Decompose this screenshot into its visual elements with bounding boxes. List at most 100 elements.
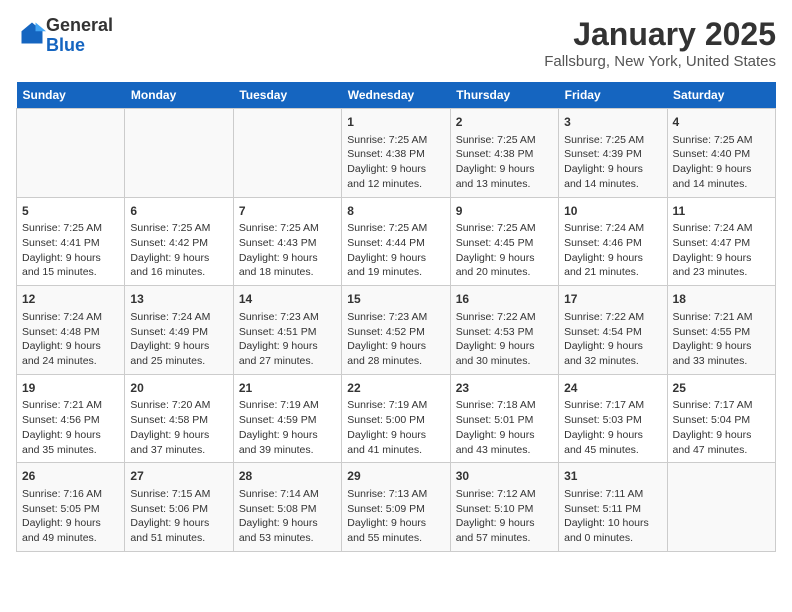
- weekday-header-tuesday: Tuesday: [233, 82, 341, 109]
- cell-content: Sunrise: 7:19 AM Sunset: 5:00 PM Dayligh…: [347, 398, 444, 457]
- cell-content: Sunrise: 7:16 AM Sunset: 5:05 PM Dayligh…: [22, 487, 119, 546]
- logo-blue: Blue: [46, 35, 85, 55]
- subtitle: Fallsburg, New York, United States: [544, 53, 776, 70]
- weekday-header-row: SundayMondayTuesdayWednesdayThursdayFrid…: [17, 82, 776, 109]
- cell-content: Sunrise: 7:24 AM Sunset: 4:46 PM Dayligh…: [564, 221, 661, 280]
- calendar-week-3: 12 Sunrise: 7:24 AM Sunset: 4:48 PM Dayli…: [17, 286, 776, 375]
- calendar-table: SundayMondayTuesdayWednesdayThursdayFrid…: [16, 82, 776, 552]
- logo-icon: [18, 19, 46, 47]
- cell-content: Sunrise: 7:25 AM Sunset: 4:41 PM Dayligh…: [22, 221, 119, 280]
- day-number: 9: [456, 203, 553, 220]
- calendar-cell: 9Sunrise: 7:25 AM Sunset: 4:45 PM Daylig…: [450, 197, 558, 286]
- day-number: 12: [22, 291, 119, 308]
- cell-content: Sunrise: 7:12 AM Sunset: 5:10 PM Dayligh…: [456, 487, 553, 546]
- calendar-cell: 25Sunrise: 7:17 AM Sunset: 5:04 PM Dayli…: [667, 374, 775, 463]
- title-block: January 2025 Fallsburg, New York, United…: [544, 16, 776, 70]
- day-number: 30: [456, 468, 553, 485]
- calendar-week-4: 19Sunrise: 7:21 AM Sunset: 4:56 PM Dayli…: [17, 374, 776, 463]
- cell-content: Sunrise: 7:24 AM Sunset: 4:47 PM Dayligh…: [673, 221, 770, 280]
- cell-content: Sunrise: 7:20 AM Sunset: 4:58 PM Dayligh…: [130, 398, 227, 457]
- day-number: 5: [22, 203, 119, 220]
- cell-content: Sunrise: 7:13 AM Sunset: 5:09 PM Dayligh…: [347, 487, 444, 546]
- calendar-cell: 1Sunrise: 7:25 AM Sunset: 4:38 PM Daylig…: [342, 109, 450, 198]
- calendar-cell: 26Sunrise: 7:16 AM Sunset: 5:05 PM Dayli…: [17, 463, 125, 552]
- day-number: 13: [130, 291, 227, 308]
- cell-content: Sunrise: 7:23 AM Sunset: 4:51 PM Dayligh…: [239, 310, 336, 369]
- day-number: 15: [347, 291, 444, 308]
- calendar-cell: 29 Sunrise: 7:13 AM Sunset: 5:09 PM Dayli…: [342, 463, 450, 552]
- calendar-cell: 7Sunrise: 7:25 AM Sunset: 4:43 PM Daylig…: [233, 197, 341, 286]
- day-number: 27: [130, 468, 227, 485]
- day-number: 18: [673, 291, 770, 308]
- calendar-cell: [125, 109, 233, 198]
- cell-content: Sunrise: 7:15 AM Sunset: 5:06 PM Dayligh…: [130, 487, 227, 546]
- calendar-cell: 4 Sunrise: 7:25 AM Sunset: 4:40 PM Daylig…: [667, 109, 775, 198]
- cell-content: Sunrise: 7:24 AM Sunset: 4:48 PM Dayligh…: [22, 310, 119, 369]
- weekday-header-monday: Monday: [125, 82, 233, 109]
- calendar-cell: 24Sunrise: 7:17 AM Sunset: 5:03 PM Dayli…: [559, 374, 667, 463]
- day-number: 2: [456, 114, 553, 131]
- day-number: 4: [673, 114, 770, 131]
- day-number: 29: [347, 468, 444, 485]
- day-number: 21: [239, 380, 336, 397]
- calendar-week-1: 1Sunrise: 7:25 AM Sunset: 4:38 PM Daylig…: [17, 109, 776, 198]
- calendar-week-2: 5Sunrise: 7:25 AM Sunset: 4:41 PM Daylig…: [17, 197, 776, 286]
- cell-content: Sunrise: 7:22 AM Sunset: 4:53 PM Dayligh…: [456, 310, 553, 369]
- day-number: 14: [239, 291, 336, 308]
- cell-content: Sunrise: 7:21 AM Sunset: 4:56 PM Dayligh…: [22, 398, 119, 457]
- cell-content: Sunrise: 7:11 AM Sunset: 5:11 PM Dayligh…: [564, 487, 661, 546]
- day-number: 22: [347, 380, 444, 397]
- day-number: 8: [347, 203, 444, 220]
- calendar-cell: 5Sunrise: 7:25 AM Sunset: 4:41 PM Daylig…: [17, 197, 125, 286]
- weekday-header-friday: Friday: [559, 82, 667, 109]
- calendar-cell: 17 Sunrise: 7:22 AM Sunset: 4:54 PM Dayli…: [559, 286, 667, 375]
- cell-content: Sunrise: 7:17 AM Sunset: 5:04 PM Dayligh…: [673, 398, 770, 457]
- cell-content: Sunrise: 7:24 AM Sunset: 4:49 PM Dayligh…: [130, 310, 227, 369]
- calendar-cell: [17, 109, 125, 198]
- cell-content: Sunrise: 7:21 AM Sunset: 4:55 PM Dayligh…: [673, 310, 770, 369]
- day-number: 10: [564, 203, 661, 220]
- day-number: 31: [564, 468, 661, 485]
- calendar-cell: 22Sunrise: 7:19 AM Sunset: 5:00 PM Dayli…: [342, 374, 450, 463]
- logo: General Blue: [16, 16, 113, 56]
- day-number: 20: [130, 380, 227, 397]
- day-number: 6: [130, 203, 227, 220]
- day-number: 11: [673, 203, 770, 220]
- cell-content: Sunrise: 7:25 AM Sunset: 4:44 PM Dayligh…: [347, 221, 444, 280]
- day-number: 3: [564, 114, 661, 131]
- calendar-cell: 12 Sunrise: 7:24 AM Sunset: 4:48 PM Dayli…: [17, 286, 125, 375]
- calendar-cell: [667, 463, 775, 552]
- cell-content: Sunrise: 7:25 AM Sunset: 4:42 PM Dayligh…: [130, 221, 227, 280]
- cell-content: Sunrise: 7:25 AM Sunset: 4:38 PM Dayligh…: [347, 133, 444, 192]
- day-number: 16: [456, 291, 553, 308]
- calendar-cell: 15Sunrise: 7:23 AM Sunset: 4:52 PM Dayli…: [342, 286, 450, 375]
- calendar-cell: 2Sunrise: 7:25 AM Sunset: 4:38 PM Daylig…: [450, 109, 558, 198]
- cell-content: Sunrise: 7:22 AM Sunset: 4:54 PM Dayligh…: [564, 310, 661, 369]
- calendar-cell: 28Sunrise: 7:14 AM Sunset: 5:08 PM Dayli…: [233, 463, 341, 552]
- calendar-cell: 31 Sunrise: 7:11 AM Sunset: 5:11 PM Dayli…: [559, 463, 667, 552]
- calendar-cell: 19Sunrise: 7:21 AM Sunset: 4:56 PM Dayli…: [17, 374, 125, 463]
- cell-content: Sunrise: 7:25 AM Sunset: 4:45 PM Dayligh…: [456, 221, 553, 280]
- cell-content: Sunrise: 7:18 AM Sunset: 5:01 PM Dayligh…: [456, 398, 553, 457]
- calendar-week-5: 26Sunrise: 7:16 AM Sunset: 5:05 PM Dayli…: [17, 463, 776, 552]
- logo-text: General Blue: [46, 16, 113, 56]
- cell-content: Sunrise: 7:25 AM Sunset: 4:43 PM Dayligh…: [239, 221, 336, 280]
- day-number: 17: [564, 291, 661, 308]
- logo-general: General: [46, 15, 113, 35]
- main-title: January 2025: [544, 16, 776, 53]
- calendar-cell: 16 Sunrise: 7:22 AM Sunset: 4:53 PM Dayli…: [450, 286, 558, 375]
- day-number: 23: [456, 380, 553, 397]
- cell-content: Sunrise: 7:25 AM Sunset: 4:40 PM Dayligh…: [673, 133, 770, 192]
- calendar-cell: 10Sunrise: 7:24 AM Sunset: 4:46 PM Dayli…: [559, 197, 667, 286]
- cell-content: Sunrise: 7:25 AM Sunset: 4:39 PM Dayligh…: [564, 133, 661, 192]
- calendar-cell: 27 Sunrise: 7:15 AM Sunset: 5:06 PM Dayli…: [125, 463, 233, 552]
- day-number: 28: [239, 468, 336, 485]
- cell-content: Sunrise: 7:19 AM Sunset: 4:59 PM Dayligh…: [239, 398, 336, 457]
- calendar-cell: 23Sunrise: 7:18 AM Sunset: 5:01 PM Dayli…: [450, 374, 558, 463]
- calendar-cell: 6Sunrise: 7:25 AM Sunset: 4:42 PM Daylig…: [125, 197, 233, 286]
- calendar-cell: 14 Sunrise: 7:23 AM Sunset: 4:51 PM Dayli…: [233, 286, 341, 375]
- day-number: 25: [673, 380, 770, 397]
- day-number: 7: [239, 203, 336, 220]
- calendar-cell: 13 Sunrise: 7:24 AM Sunset: 4:49 PM Dayli…: [125, 286, 233, 375]
- calendar-cell: 30 Sunrise: 7:12 AM Sunset: 5:10 PM Dayli…: [450, 463, 558, 552]
